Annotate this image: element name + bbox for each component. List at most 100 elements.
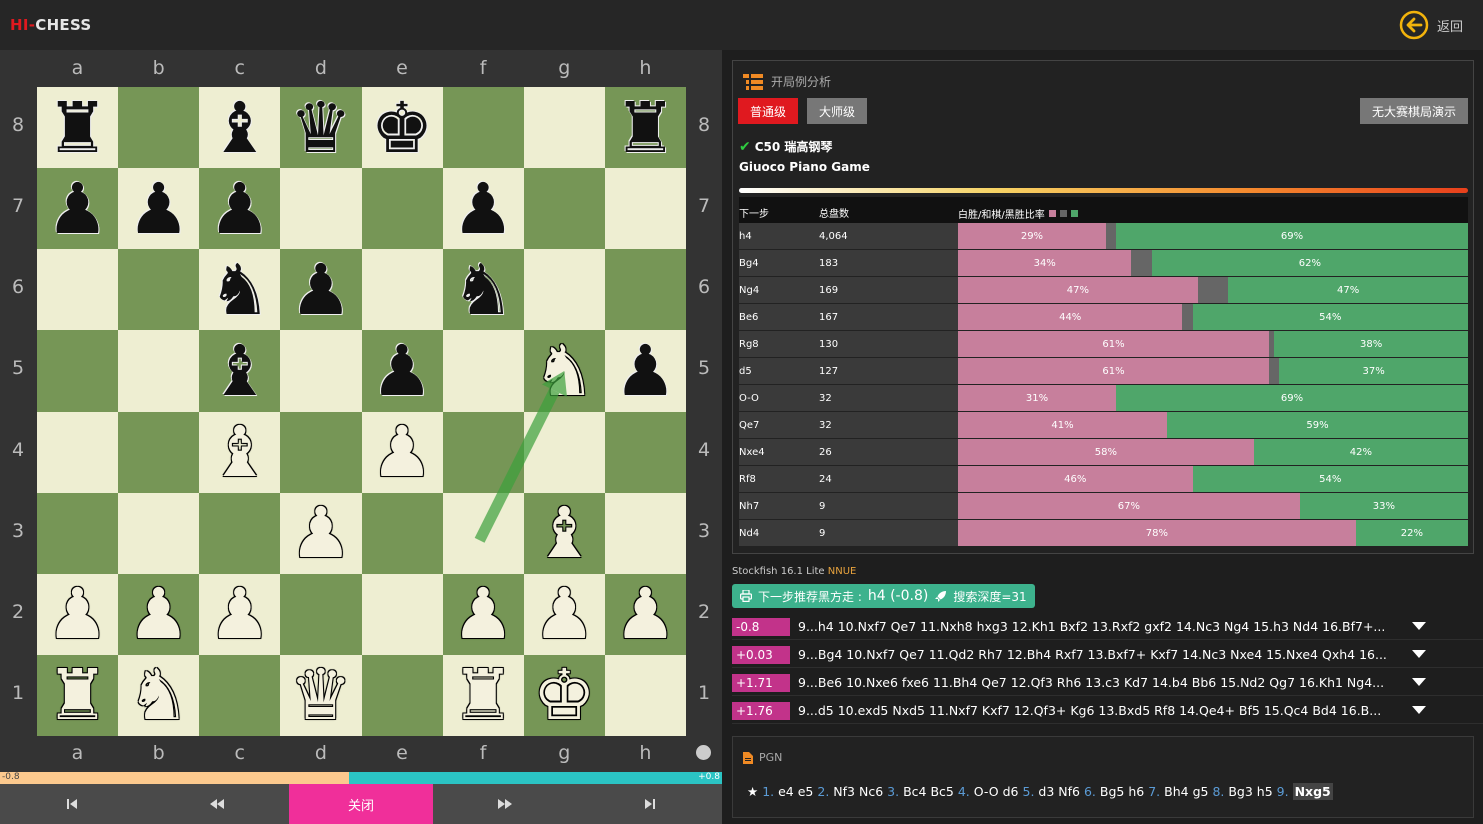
chevron-down-icon[interactable] <box>1412 706 1426 714</box>
pgn-move[interactable]: Bg3 <box>1228 784 1252 799</box>
total-games-link[interactable]: 32 <box>819 420 832 431</box>
square-e3[interactable] <box>361 492 443 574</box>
stats-row-move-cell[interactable]: Rg8 130 <box>739 331 958 357</box>
white-pawn-d3[interactable]: ♟ <box>280 493 361 574</box>
engine-line-moves[interactable]: 9...h4 10.Nxf7 Qe7 11.Nxh8 hxg3 12.Kh1 B… <box>798 619 1404 634</box>
next-move-link[interactable]: Bg4 <box>739 258 759 269</box>
black-pawn-d6[interactable]: ♟ <box>280 249 361 330</box>
chevron-down-icon[interactable] <box>1412 622 1426 630</box>
square-f8[interactable] <box>442 87 524 169</box>
square-h6[interactable] <box>604 249 686 331</box>
back-button[interactable]: 返回 <box>1399 9 1463 41</box>
stats-row-O-O[interactable]: O-O 32 31% 69% <box>739 385 1468 412</box>
square-e2[interactable] <box>361 573 443 655</box>
square-e1[interactable] <box>361 654 443 736</box>
chevron-down-icon[interactable] <box>1412 678 1426 686</box>
engine-line-moves[interactable]: 9...d5 10.exd5 Nxd5 11.Nxf7 Kxf7 12.Qf3+… <box>798 703 1404 718</box>
stats-row-Ng4[interactable]: Ng4 169 47% 47% <box>739 277 1468 304</box>
white-rook-a1[interactable]: ♜ <box>37 655 118 736</box>
black-bishop-c5[interactable]: ♝ <box>199 330 280 411</box>
stats-row-move-cell[interactable]: Ng4 169 <box>739 277 958 303</box>
square-a6[interactable] <box>37 249 119 331</box>
square-b4[interactable] <box>118 411 200 493</box>
pgn-move[interactable]: Bh4 <box>1164 784 1188 799</box>
square-b6[interactable] <box>118 249 200 331</box>
square-b8[interactable] <box>118 87 200 169</box>
total-games-link[interactable]: 9 <box>819 501 825 512</box>
stats-row-Nxe4[interactable]: Nxe4 26 58% 42% <box>739 439 1468 466</box>
square-h3[interactable] <box>604 492 686 574</box>
square-f3[interactable] <box>442 492 524 574</box>
white-pawn-e4[interactable]: ♟ <box>362 412 443 493</box>
next-move-link[interactable]: Rg8 <box>739 339 759 350</box>
square-h7[interactable] <box>604 168 686 250</box>
square-d2[interactable] <box>280 573 362 655</box>
pgn-move[interactable]: Nxg5 <box>1292 783 1333 800</box>
pgn-move[interactable]: Nf3 <box>833 784 855 799</box>
next-move-link[interactable]: Nd4 <box>739 528 759 539</box>
square-e6[interactable] <box>361 249 443 331</box>
square-a5[interactable] <box>37 330 119 412</box>
next-move-link[interactable]: Qe7 <box>739 420 759 431</box>
stats-row-d5[interactable]: d5 127 61% 37% <box>739 358 1468 385</box>
black-pawn-a7[interactable]: ♟ <box>37 168 118 249</box>
white-king-g1[interactable]: ♚ <box>524 655 605 736</box>
pgn-move[interactable]: O-O <box>974 784 999 799</box>
black-pawn-c7[interactable]: ♟ <box>199 168 280 249</box>
next-move-link[interactable]: Ng4 <box>739 285 759 296</box>
chess-board[interactable]: ♜ ♝ ♛ ♚ ♜ ♟ ♟ ♟ ♟ ♞ ♟ ♞ ♝ ♟ ♞ ♟ ♝ ♟ ♟ ♝ ♟ ♟ ♟ ♟ ♟ ♟ ♜ ♞ ♛ ♜ ♚ <box>37 87 686 736</box>
next-move-link[interactable]: h4 <box>739 231 752 242</box>
pgn-move[interactable]: h5 <box>1257 784 1273 799</box>
chevron-down-icon[interactable] <box>1412 650 1426 658</box>
pgn-move[interactable]: e5 <box>798 784 814 799</box>
square-g7[interactable] <box>523 168 605 250</box>
white-pawn-c2[interactable]: ♟ <box>199 574 280 655</box>
total-games-link[interactable]: 130 <box>819 339 838 350</box>
stats-row-h4[interactable]: h4 4,064 29% 69% <box>739 223 1468 250</box>
black-pawn-h5[interactable]: ♟ <box>605 330 686 411</box>
square-g6[interactable] <box>523 249 605 331</box>
first-move-button[interactable] <box>0 784 144 824</box>
level-master-button[interactable]: 大师级 <box>807 98 868 124</box>
square-d5[interactable] <box>280 330 362 412</box>
pgn-move[interactable]: d3 <box>1038 784 1054 799</box>
white-pawn-b2[interactable]: ♟ <box>118 574 199 655</box>
next-move-link[interactable]: d5 <box>739 366 752 377</box>
level-normal-button[interactable]: 普通级 <box>738 98 799 124</box>
stats-row-move-cell[interactable]: Nd4 9 <box>739 520 958 546</box>
square-f5[interactable] <box>442 330 524 412</box>
stats-row-move-cell[interactable]: h4 4,064 <box>739 223 958 249</box>
pgn-move[interactable]: Bg5 <box>1100 784 1124 799</box>
square-a3[interactable] <box>37 492 119 574</box>
pgn-move[interactable]: g5 <box>1193 784 1209 799</box>
close-button[interactable]: 关闭 <box>288 784 434 824</box>
pgn-move[interactable]: Bc5 <box>930 784 953 799</box>
stats-row-move-cell[interactable]: O-O 32 <box>739 385 958 411</box>
total-games-link[interactable]: 32 <box>819 393 832 404</box>
square-g4[interactable] <box>523 411 605 493</box>
black-rook-h8[interactable]: ♜ <box>605 87 686 168</box>
prev-move-button[interactable] <box>144 784 288 824</box>
stats-row-Nd4[interactable]: Nd4 9 78% 22% <box>739 520 1468 547</box>
square-f4[interactable] <box>442 411 524 493</box>
square-c3[interactable] <box>199 492 281 574</box>
next-move-link[interactable]: Nxe4 <box>739 447 765 458</box>
total-games-link[interactable]: 24 <box>819 474 832 485</box>
black-knight-f6[interactable]: ♞ <box>443 249 524 330</box>
stats-row-Nh7[interactable]: Nh7 9 67% 33% <box>739 493 1468 520</box>
square-d4[interactable] <box>280 411 362 493</box>
square-g8[interactable] <box>523 87 605 169</box>
black-queen-d8[interactable]: ♛ <box>280 87 361 168</box>
next-move-link[interactable]: Rf8 <box>739 474 756 485</box>
stats-row-move-cell[interactable]: Rf8 24 <box>739 466 958 492</box>
pgn-move[interactable]: d6 <box>1003 784 1019 799</box>
next-move-button[interactable] <box>433 784 577 824</box>
stats-row-Rg8[interactable]: Rg8 130 61% 38% <box>739 331 1468 358</box>
pgn-move[interactable]: Bc4 <box>903 784 926 799</box>
white-pawn-g2[interactable]: ♟ <box>524 574 605 655</box>
white-rook-f1[interactable]: ♜ <box>443 655 524 736</box>
black-king-e8[interactable]: ♚ <box>362 87 443 168</box>
engine-line-moves[interactable]: 9...Bg4 10.Nxf7 Qe7 11.Qd2 Rh7 12.Bh4 Rx… <box>798 647 1404 662</box>
black-pawn-f7[interactable]: ♟ <box>443 168 524 249</box>
total-games-link[interactable]: 183 <box>819 258 838 269</box>
